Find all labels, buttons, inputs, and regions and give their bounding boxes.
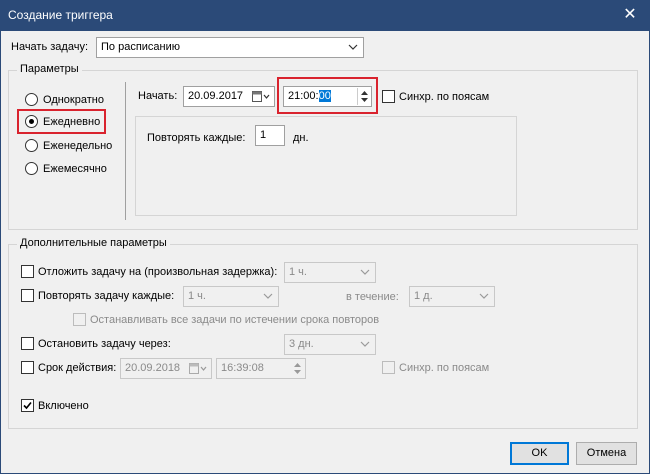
radio-monthly-label: Ежемесячно (43, 163, 107, 175)
stop-all-checkbox[interactable] (73, 313, 86, 326)
params-group-title: Параметры (17, 63, 82, 75)
chevron-down-icon (360, 339, 370, 349)
chevron-down-icon (263, 291, 273, 301)
chevron-down-icon (479, 291, 489, 301)
stop-after-label: Остановить задачу через: (38, 338, 171, 350)
repeat-panel (135, 116, 517, 216)
stop-all-label: Останавливать все задачи по истечении ср… (90, 314, 380, 326)
sync-timezones-label: Синхр. по поясам (399, 91, 490, 103)
calendar-icon[interactable] (189, 363, 207, 378)
title-bar: Создание триггера ✕ (0, 0, 650, 31)
repeat-during-label: в течение: (346, 291, 399, 303)
chevron-down-icon (348, 42, 358, 52)
advanced-group-title: Дополнительные параметры (17, 237, 170, 249)
expire-sync-label: Синхр. по поясам (399, 362, 490, 374)
radio-once[interactable]: Однократно (25, 93, 115, 107)
repeat-every-label: Повторять каждые: (147, 132, 246, 144)
sync-timezones-checkbox[interactable] (382, 90, 395, 103)
repeat-task-checkbox[interactable] (21, 289, 34, 302)
repeat-during-select[interactable]: 1 д. (409, 286, 495, 307)
radio-daily-circle[interactable] (25, 115, 38, 128)
repeat-every-field[interactable]: 1 (255, 125, 285, 146)
begin-task-select[interactable]: По расписанию (96, 37, 364, 58)
enabled-checkbox[interactable] (21, 399, 34, 412)
chevron-down-icon (360, 267, 370, 277)
params-divider (125, 82, 126, 220)
expire-label: Срок действия: (38, 362, 117, 374)
radio-daily[interactable]: Ежедневно (25, 115, 105, 129)
close-icon[interactable]: ✕ (620, 5, 640, 25)
repeat-task-select[interactable]: 1 ч. (183, 286, 279, 307)
start-time-field[interactable]: 21:00:00 (283, 86, 372, 107)
time-spinner[interactable] (291, 360, 304, 377)
radio-once-label: Однократно (43, 94, 104, 106)
expire-date-field[interactable]: 20.09.2018 (120, 358, 212, 379)
time-selected-segment: 00 (318, 90, 331, 102)
delay-checkbox[interactable] (21, 265, 34, 278)
stop-after-checkbox[interactable] (21, 337, 34, 350)
ok-button[interactable]: OK (510, 442, 569, 465)
begin-task-label: Начать задачу: (11, 41, 88, 53)
enabled-label: Включено (38, 400, 89, 412)
time-spinner[interactable] (357, 88, 370, 105)
delay-label: Отложить задачу на (произвольная задержк… (38, 266, 278, 278)
window-title: Создание триггера (8, 8, 113, 22)
radio-daily-label: Ежедневно (43, 116, 101, 128)
check-icon (23, 401, 32, 410)
radio-once-circle[interactable] (25, 93, 38, 106)
expire-checkbox[interactable] (21, 361, 34, 374)
stop-after-select[interactable]: 3 дн. (284, 334, 376, 355)
radio-monthly-circle[interactable] (25, 162, 38, 175)
start-date-field[interactable]: 20.09.2017 (183, 86, 275, 107)
calendar-icon[interactable] (252, 91, 270, 106)
repeat-task-label: Повторять задачу каждые: (38, 290, 175, 302)
radio-monthly[interactable]: Ежемесячно (25, 162, 120, 176)
cancel-button[interactable]: Отмена (576, 442, 637, 465)
delay-select[interactable]: 1 ч. (284, 262, 376, 283)
sync-timezones[interactable]: Синхр. по поясам (382, 90, 502, 104)
repeat-unit-label: дн. (293, 132, 309, 144)
radio-weekly-label: Еженедельно (43, 140, 113, 152)
expire-sync-checkbox[interactable] (382, 361, 395, 374)
radio-weekly-circle[interactable] (25, 139, 38, 152)
start-label: Начать: (138, 90, 178, 102)
radio-weekly[interactable]: Еженедельно (25, 139, 120, 153)
expire-time-field[interactable]: 16:39:08 (216, 358, 306, 379)
